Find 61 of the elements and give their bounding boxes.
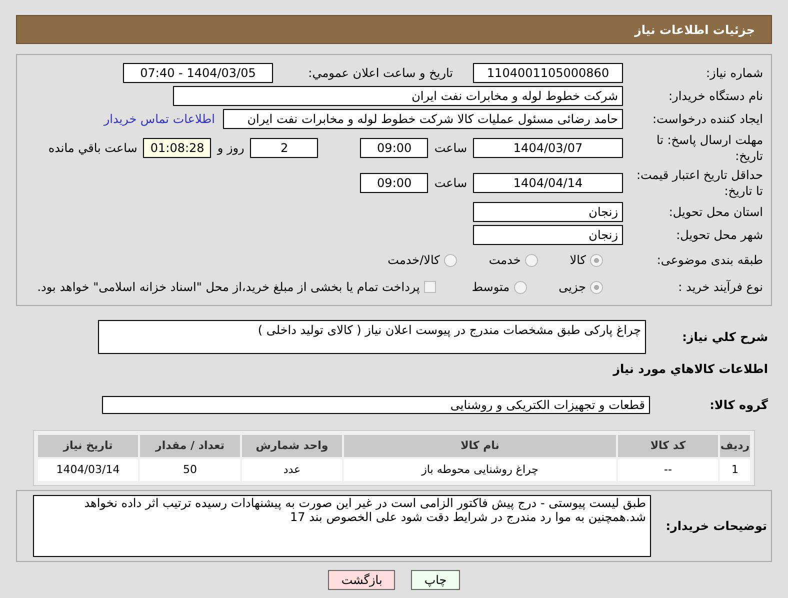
input-field[interactable]: 1404/04/14 [473,173,623,193]
column-header: ردیف [720,435,750,457]
field-label: شماره نیاز: [705,65,763,81]
input-field[interactable]: زنجان [473,202,623,222]
radio-button[interactable] [514,280,527,294]
description-textarea[interactable]: چراغ پارکی طبق مشخصات مندرج در پیوست اعلان نیاز ( کالای تولید داخلی ) [98,320,646,354]
column-header: نام کالا [344,435,616,457]
field-label: طبقه بندی موضوعی: [656,252,763,268]
field-label: حداقل تاریخ اعتبار قیمت: تا تاریخ: [635,167,763,199]
field-label: مهلت ارسال پاسخ: تا تاریخ: [655,132,763,164]
input-field[interactable]: حامد رضائی مسئول عملیات کالا شرکت خطوط لوله و مخابرات نفت ایران [223,109,623,129]
field-text: ساعت [434,140,467,157]
column-header: تاریخ نیاز [38,435,138,457]
radio-button[interactable] [444,254,457,266]
print-button[interactable]: چاپ [411,570,460,590]
field-label: استان محل تحویل: [668,204,763,220]
input-field[interactable]: زنجان [473,225,623,245]
back-button[interactable]: بازگشت [328,570,396,590]
field-text: جزیی [558,279,586,296]
table-cell: چراغ روشنایی محوطه باز [344,459,616,481]
input-field[interactable]: 09:00 [360,138,428,158]
input-field[interactable]: 1404/03/07 [473,138,623,158]
table-cell: عدد [242,459,342,481]
buyer-notes-textarea[interactable]: طبق لیست پیوستی - درج پیش فاکتور الزامی است در غیر این صورت به پیشنهادات رسیده ترتیب اثر داده نخواهد شد.همچنین به موا رد مندرج در شرایط دقت شود علی الخصوص بند 17 [33,495,651,557]
field-text: کالا/خدمت [388,252,440,269]
field-text: کالا [570,252,586,269]
field-label: شهر محل تحویل: [675,227,763,243]
goods-group-field[interactable]: قطعات و تجهیزات الکتریکی و روشنایی [102,396,650,414]
field-label: تاریخ و ساعت اعلان عمومي: [307,65,453,81]
field-text: ساعت [434,175,467,192]
input-field[interactable]: 1404/03/05 - 07:40 [123,63,273,83]
table-cell: 50 [140,459,240,481]
radio-button[interactable] [590,254,603,266]
countdown-field[interactable]: 01:08:28 [143,138,212,158]
field-text: خدمت [488,252,521,269]
field-label: ایجاد کننده درخواست: [651,111,763,127]
column-header: تعداد / مقدار [140,435,240,457]
field-text: روز و [217,140,244,157]
section-title: اطلاعات کالاهاي مورد نياز [612,361,769,378]
table-cell: -- [618,459,718,481]
column-header: واحد شمارش [242,435,342,457]
field-text: ساعت باقي مانده [48,140,138,157]
radio-button[interactable] [590,280,603,294]
field-label: نام دستگاه خريدار: [668,88,763,104]
table-cell: 1 [720,459,750,481]
input-field[interactable]: 1104001105000860 [473,63,623,83]
input-field[interactable]: 2 [250,138,318,158]
input-field[interactable]: شرکت خطوط لوله و مخابرات نفت ایران [173,86,623,106]
field-label: توضیحات خریدار: [664,518,767,535]
radio-button[interactable] [524,254,538,266]
input-field[interactable]: 09:00 [360,173,428,193]
field-label: نوع فرآیند خرید : [677,279,763,295]
page-header: جزئیات اطلاعات نیاز [16,15,772,44]
contact-link[interactable]: اطلاعات تماس خریدار [104,110,215,128]
field-label: شرح کلي نياز: [681,329,768,346]
table-cell: 1404/03/14 [38,459,138,481]
field-text: متوسط [472,279,510,296]
column-header: کد کالا [618,435,718,457]
field-text: پرداخت تمام یا بخشی از مبلغ خرید،از محل "اسناد خزانه اسلامی" خواهد بود. [37,279,420,296]
checkbox[interactable] [424,281,436,293]
field-label: گروه کالا: [708,397,768,414]
